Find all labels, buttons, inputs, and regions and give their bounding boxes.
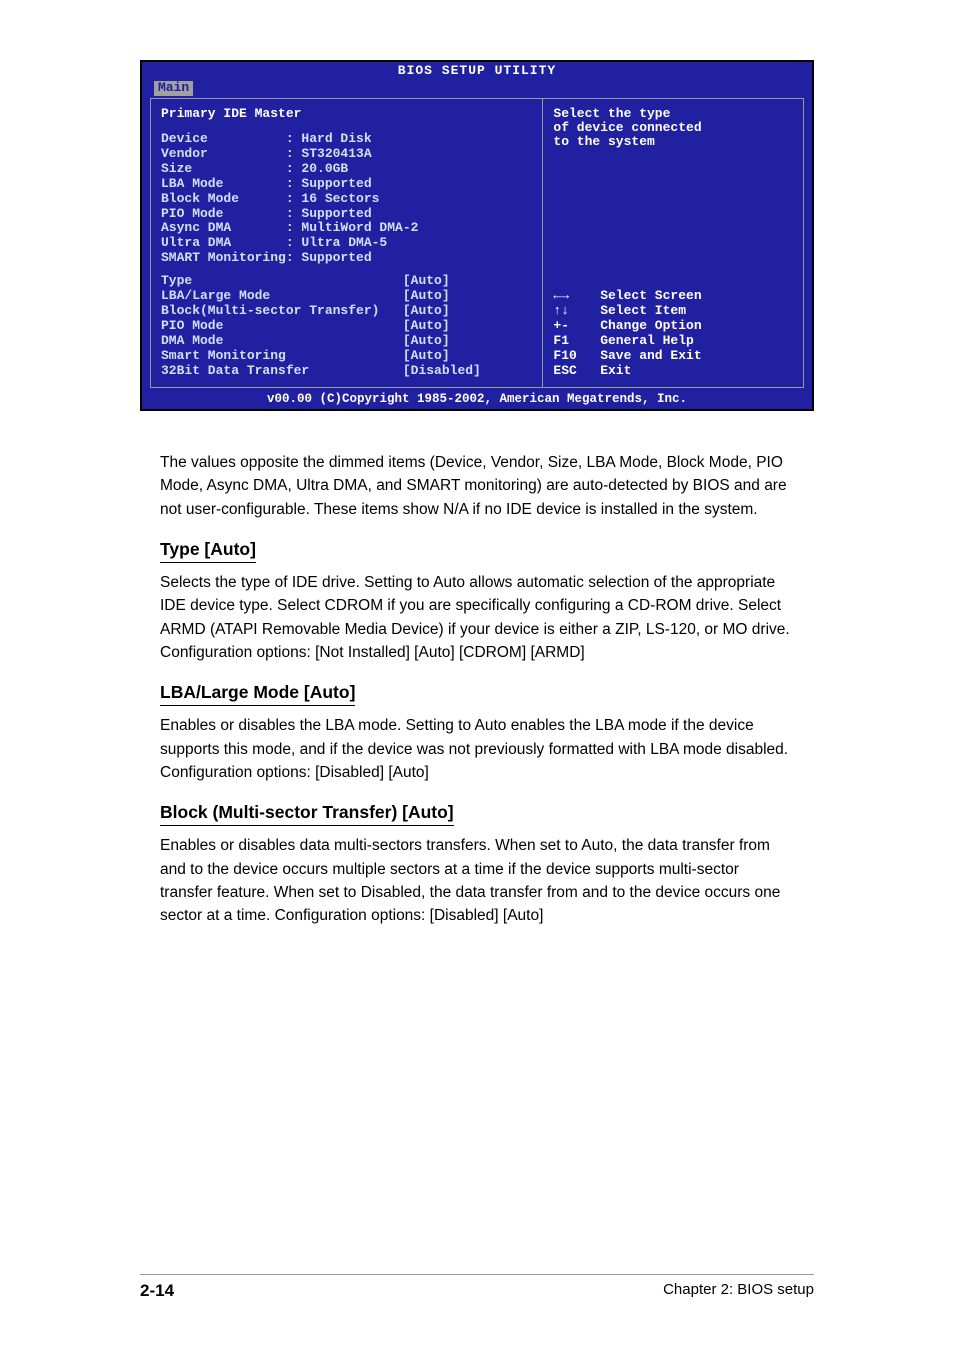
bios-left-panel: Primary IDE Master Device : Hard DiskVen… — [150, 98, 542, 388]
bios-option-row[interactable]: Block(Multi-sector Transfer) [Auto] — [161, 304, 532, 319]
document-body: The values opposite the dimmed items (De… — [140, 451, 814, 927]
device-info-row: Vendor : ST320413A — [161, 147, 532, 162]
keyhint-row: +- Change Option — [553, 319, 701, 334]
device-info-row: Size : 20.0GB — [161, 162, 532, 177]
bios-keyhints: ←→ Select Screen↑↓ Select Item+- Change … — [553, 289, 701, 379]
device-info-row: PIO Mode : Supported — [161, 207, 532, 222]
keyhint-row: F1 General Help — [553, 334, 701, 349]
bios-footer: v00.00 (C)Copyright 1985-2002, American … — [142, 392, 812, 409]
section-paragraph: Enables or disables the LBA mode. Settin… — [160, 714, 794, 784]
section-paragraph: Selects the type of IDE drive. Setting t… — [160, 571, 794, 664]
bios-option-row[interactable]: Smart Monitoring [Auto] — [161, 349, 532, 364]
device-info-row: SMART Monitoring: Supported — [161, 251, 532, 266]
section-heading: Type [Auto] — [160, 536, 256, 563]
intro-paragraph: The values opposite the dimmed items (De… — [160, 451, 794, 521]
device-info-row: Ultra DMA : Ultra DMA-5 — [161, 236, 532, 251]
bios-section-title: Primary IDE Master — [161, 107, 532, 122]
bios-setup-window: BIOS SETUP UTILITY Main Primary IDE Mast… — [140, 60, 814, 411]
keyhint-row: ↑↓ Select Item — [553, 304, 701, 319]
device-info-row: Block Mode : 16 Sectors — [161, 192, 532, 207]
tab-main[interactable]: Main — [154, 81, 193, 96]
chapter-label: Chapter 2: BIOS setup — [663, 1281, 814, 1301]
bios-help-panel: Select the type of device connected to t… — [542, 98, 804, 388]
bios-option-row[interactable]: 32Bit Data Transfer [Disabled] — [161, 364, 532, 379]
bios-title: BIOS SETUP UTILITY — [142, 62, 812, 81]
bios-option-row[interactable]: DMA Mode [Auto] — [161, 334, 532, 349]
section-heading: Block (Multi-sector Transfer) [Auto] — [160, 799, 454, 826]
device-info-row: Device : Hard Disk — [161, 132, 532, 147]
bios-option-row[interactable]: LBA/Large Mode [Auto] — [161, 289, 532, 304]
bios-help-text: Select the type of device connected to t… — [553, 107, 793, 150]
section-heading: LBA/Large Mode [Auto] — [160, 679, 355, 706]
device-info-row: LBA Mode : Supported — [161, 177, 532, 192]
page-number: 2-14 — [140, 1281, 174, 1301]
section-paragraph: Enables or disables data multi-sectors t… — [160, 834, 794, 927]
keyhint-row: ←→ Select Screen — [553, 289, 701, 304]
keyhint-row: ESC Exit — [553, 364, 701, 379]
page-footer: 2-14 Chapter 2: BIOS setup — [140, 1274, 814, 1301]
bios-option-row[interactable]: PIO Mode [Auto] — [161, 319, 532, 334]
bios-option-row[interactable]: Type [Auto] — [161, 274, 532, 289]
keyhint-row: F10 Save and Exit — [553, 349, 701, 364]
device-info-row: Async DMA : MultiWord DMA-2 — [161, 221, 532, 236]
